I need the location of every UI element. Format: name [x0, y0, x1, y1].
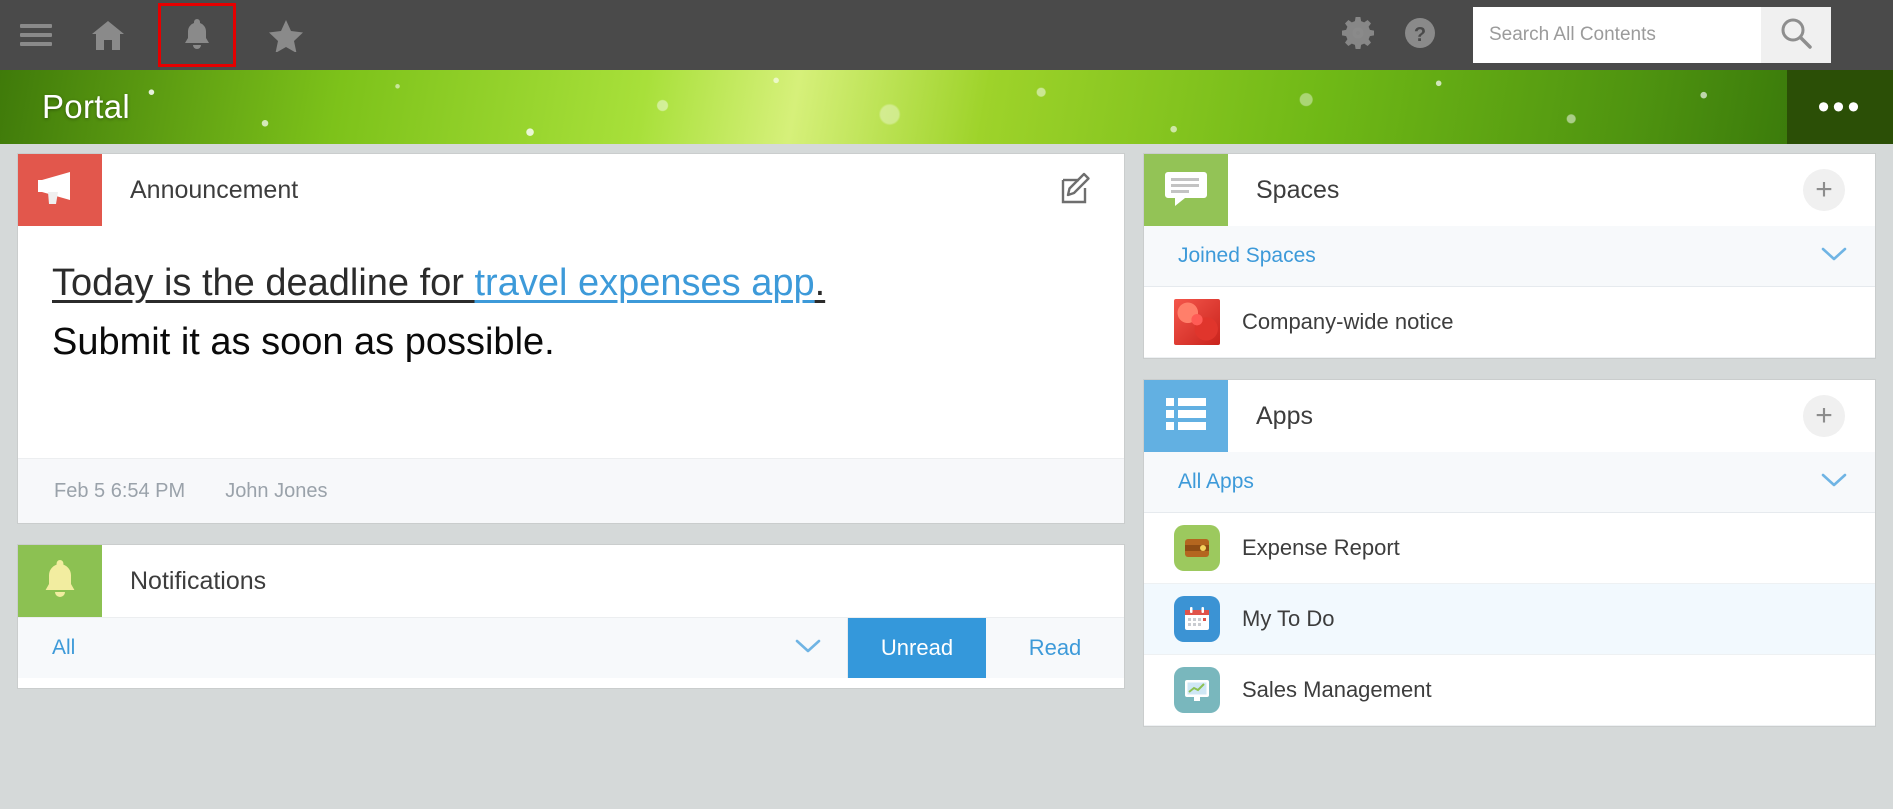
- calendar-icon: [1174, 596, 1220, 642]
- announcement-timestamp: Feb 5 6:54 PM: [54, 479, 186, 502]
- home-icon: [90, 18, 126, 52]
- top-navigation-bar: ?: [0, 0, 1893, 70]
- spaces-add-button[interactable]: +: [1803, 154, 1875, 226]
- list-icon: [1164, 395, 1208, 438]
- all-apps-label: All Apps: [1178, 470, 1254, 493]
- tab-read[interactable]: Read: [986, 618, 1124, 678]
- bell-icon: [180, 17, 214, 53]
- svg-text:?: ?: [1414, 24, 1426, 46]
- announcement-line-1-suffix: .: [814, 262, 826, 304]
- portal-banner: Portal: [0, 70, 1893, 144]
- space-name: Company-wide notice: [1242, 309, 1454, 334]
- help-icon: ?: [1403, 16, 1437, 55]
- notifications-bell-button[interactable]: [158, 3, 236, 67]
- plus-icon: +: [1803, 169, 1845, 211]
- app-name: Sales Management: [1242, 677, 1432, 702]
- joined-spaces-group-header[interactable]: Joined Spaces: [1144, 226, 1875, 287]
- apps-card: Apps + All Apps Expense Report My To Do …: [1144, 380, 1875, 726]
- chevron-down-icon: [795, 638, 821, 659]
- banner-background-image: [0, 70, 1893, 144]
- hamburger-menu-button[interactable]: [0, 0, 72, 70]
- app-name: Expense Report: [1242, 535, 1400, 560]
- right-column: Spaces + Joined Spaces Company-wide noti…: [1144, 154, 1875, 748]
- search-icon: [1779, 16, 1813, 55]
- announcement-badge: [18, 154, 102, 226]
- banner-more-menu-button[interactable]: •••: [1787, 70, 1893, 144]
- all-apps-group-header[interactable]: All Apps: [1144, 452, 1875, 513]
- list-item[interactable]: Company-wide notice: [1144, 287, 1875, 358]
- apps-card-header: Apps +: [1144, 380, 1875, 452]
- left-column: Announcement Today is the deadline for t…: [18, 154, 1124, 710]
- hamburger-menu-icon: [18, 21, 54, 49]
- notifications-list: [18, 678, 1124, 688]
- announcement-edit-button[interactable]: [1060, 154, 1124, 226]
- page-title: Portal: [42, 88, 131, 125]
- app-name: My To Do: [1242, 606, 1335, 631]
- notifications-filter-dropdown[interactable]: All: [18, 618, 848, 678]
- announcement-card: Announcement Today is the deadline for t…: [18, 154, 1124, 523]
- notifications-filter-bar: All Unread Read: [18, 617, 1124, 678]
- plus-icon: +: [1803, 395, 1845, 437]
- home-button[interactable]: [72, 0, 144, 70]
- list-item[interactable]: My To Do: [1144, 584, 1875, 655]
- portal-content-area: Announcement Today is the deadline for t…: [0, 144, 1893, 809]
- apps-add-button[interactable]: +: [1803, 380, 1875, 452]
- notifications-card-header: Notifications: [18, 545, 1124, 617]
- edit-icon: [1060, 171, 1094, 210]
- travel-expenses-app-link[interactable]: travel expenses app: [475, 262, 815, 304]
- notifications-title: Notifications: [130, 566, 267, 595]
- speech-bubble-icon: [1163, 167, 1209, 214]
- list-item[interactable]: Sales Management: [1144, 655, 1875, 726]
- help-button[interactable]: ?: [1389, 0, 1451, 70]
- announcement-card-header: Announcement: [18, 154, 1124, 226]
- announcement-author: John Jones: [225, 479, 328, 502]
- notifications-filter-label: All: [52, 636, 76, 659]
- bell-icon: [38, 556, 82, 607]
- spaces-card-header: Spaces +: [1144, 154, 1875, 226]
- list-item[interactable]: Expense Report: [1144, 513, 1875, 584]
- monitor-chart-icon: [1174, 667, 1220, 713]
- app-icon-wrapper: [1174, 525, 1220, 571]
- announcement-line-1-prefix: Today is the deadline for: [52, 262, 475, 304]
- megaphone-icon: [36, 168, 84, 213]
- announcement-footer: Feb 5 6:54 PM John Jones: [18, 458, 1124, 523]
- app-icon-wrapper: [1174, 596, 1220, 642]
- joined-spaces-label: Joined Spaces: [1178, 244, 1316, 267]
- announcement-line-1: Today is the deadline for travel expense…: [52, 256, 1090, 311]
- spaces-badge: [1144, 154, 1228, 226]
- wallet-icon: [1174, 525, 1220, 571]
- announcement-title: Announcement: [130, 175, 299, 204]
- favorites-button[interactable]: [250, 0, 322, 70]
- nav-icon-group: [0, 0, 322, 70]
- rose-photo-thumbnail: [1174, 299, 1220, 345]
- notifications-card: Notifications All Unread Read: [18, 545, 1124, 688]
- tab-unread[interactable]: Unread: [848, 618, 986, 678]
- chevron-down-icon: [1821, 246, 1847, 267]
- announcement-body: Today is the deadline for travel expense…: [18, 226, 1124, 458]
- search-input[interactable]: [1473, 7, 1761, 63]
- topbar-right-group: ?: [1327, 0, 1893, 70]
- announcement-line-2: Submit it as soon as possible.: [52, 321, 555, 364]
- spaces-card: Spaces + Joined Spaces Company-wide noti…: [1144, 154, 1875, 358]
- app-icon-wrapper: [1174, 667, 1220, 713]
- settings-button[interactable]: [1327, 0, 1389, 70]
- search-box[interactable]: [1473, 7, 1831, 63]
- apps-title: Apps: [1256, 401, 1313, 430]
- gear-icon: [1341, 16, 1375, 55]
- chevron-down-icon: [1821, 472, 1847, 493]
- more-options-icon: •••: [1817, 88, 1863, 126]
- apps-badge: [1144, 380, 1228, 452]
- spaces-title: Spaces: [1256, 175, 1340, 204]
- notifications-badge: [18, 545, 102, 617]
- star-icon: [268, 18, 304, 52]
- search-submit-button[interactable]: [1761, 7, 1831, 63]
